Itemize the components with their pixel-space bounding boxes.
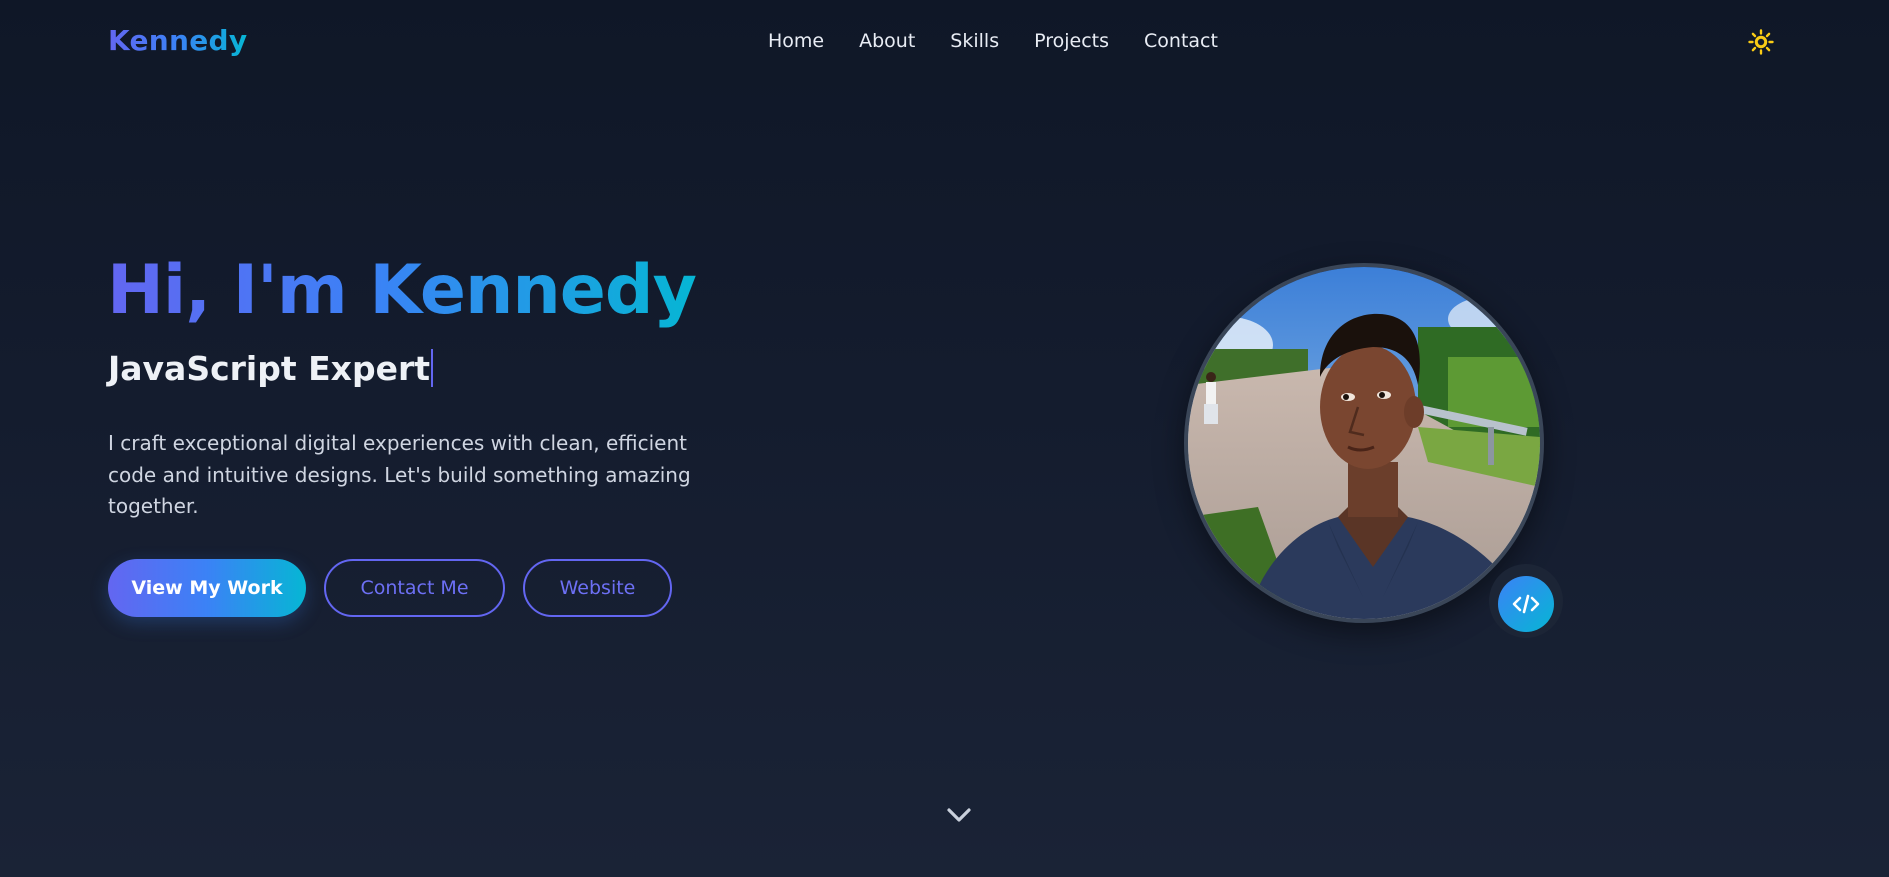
code-icon — [1512, 594, 1540, 614]
navbar: Kennedy Home About Skills Projects Conta… — [0, 0, 1889, 84]
nav-links: Home About Skills Projects Contact — [768, 30, 1253, 52]
profile-photo — [1188, 267, 1540, 619]
nav-link-about[interactable]: About — [859, 30, 915, 52]
scroll-down-button[interactable] — [945, 804, 973, 826]
hero-title: Hi, I'm Kennedy — [107, 251, 697, 330]
hero-subtitle: JavaScript Expert — [108, 348, 434, 389]
nav-link-contact[interactable]: Contact — [1144, 30, 1218, 52]
hero-description: I craft exceptional digital experiences … — [108, 431, 691, 518]
typed-role: JavaScript Expert — [108, 349, 431, 388]
nav-link-skills[interactable]: Skills — [950, 30, 999, 52]
logo[interactable]: Kennedy — [108, 24, 247, 57]
website-button[interactable]: Website — [523, 559, 672, 617]
contact-me-button[interactable]: Contact Me — [324, 559, 505, 617]
code-badge-button[interactable] — [1498, 576, 1554, 632]
nav-link-projects[interactable]: Projects — [1034, 30, 1109, 52]
typing-cursor — [431, 348, 434, 387]
avatar — [1184, 263, 1544, 623]
sun-icon — [1748, 29, 1774, 55]
view-my-work-button[interactable]: View My Work — [108, 559, 306, 617]
theme-toggle-button[interactable] — [1748, 29, 1774, 55]
nav-link-home[interactable]: Home — [768, 30, 824, 52]
chevron-down-icon — [947, 808, 971, 822]
